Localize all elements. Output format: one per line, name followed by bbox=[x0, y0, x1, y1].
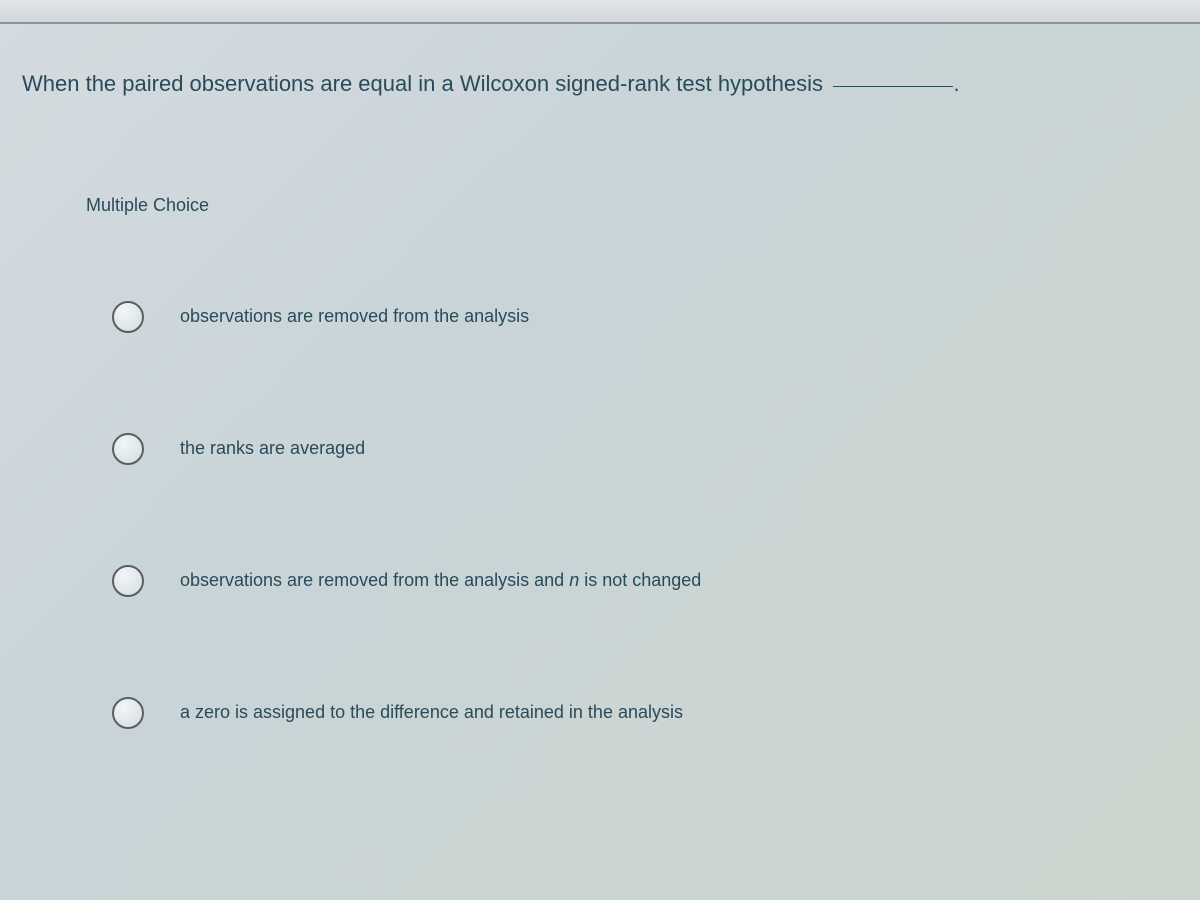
option-text: observations are removed from the analys… bbox=[180, 306, 529, 327]
option-text: a zero is assigned to the difference and… bbox=[180, 702, 683, 723]
option-row: observations are removed from the analys… bbox=[112, 565, 1200, 597]
window-top-bar bbox=[0, 0, 1200, 24]
option-row: the ranks are averaged bbox=[112, 433, 1200, 465]
radio-button-option-4[interactable] bbox=[112, 697, 144, 729]
option-text: observations are removed from the analys… bbox=[180, 570, 701, 591]
options-list: observations are removed from the analys… bbox=[112, 301, 1200, 729]
question-stem: When the paired observations are equal i… bbox=[22, 71, 823, 96]
option-text: the ranks are averaged bbox=[180, 438, 365, 459]
option-row: a zero is assigned to the difference and… bbox=[112, 697, 1200, 729]
question-period: . bbox=[953, 71, 959, 96]
section-label: Multiple Choice bbox=[86, 195, 1200, 216]
question-container: When the paired observations are equal i… bbox=[0, 24, 1200, 100]
radio-button-option-2[interactable] bbox=[112, 433, 144, 465]
fill-blank-line bbox=[833, 86, 953, 87]
radio-button-option-1[interactable] bbox=[112, 301, 144, 333]
radio-button-option-3[interactable] bbox=[112, 565, 144, 597]
option-row: observations are removed from the analys… bbox=[112, 301, 1200, 333]
